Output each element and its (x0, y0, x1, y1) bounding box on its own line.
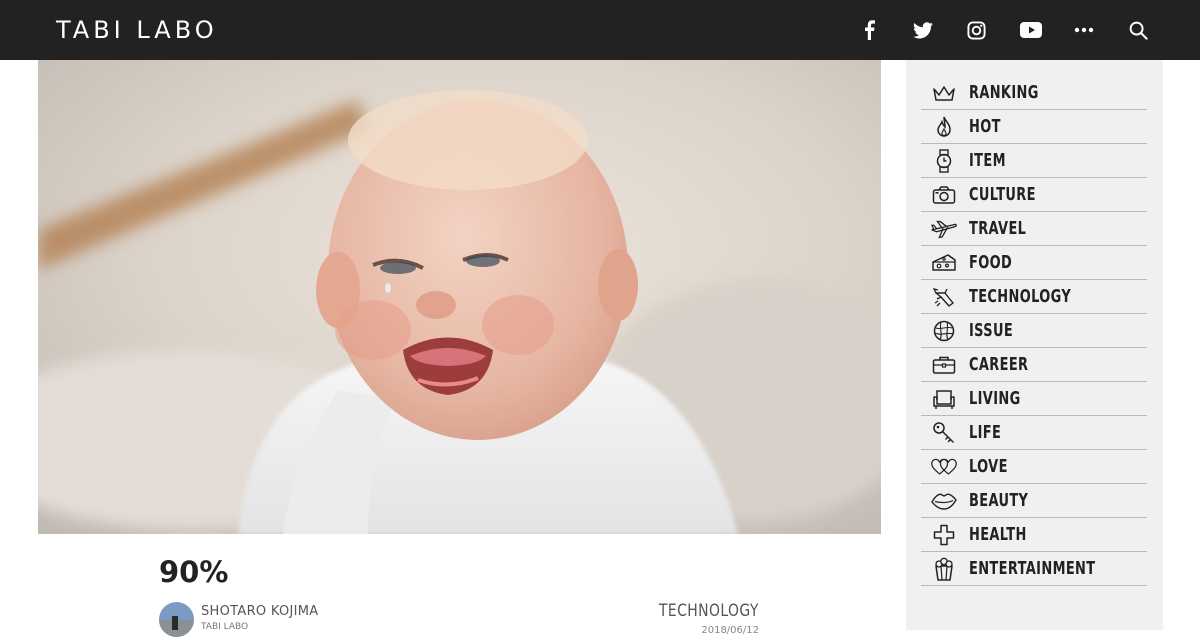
top-header: TABI LABO (0, 0, 1200, 60)
rocket-icon (931, 285, 957, 309)
sidebar-item-label: ISSUE (969, 320, 1014, 341)
sidebar-item-item[interactable]: ITEM (921, 144, 1147, 178)
sidebar-item-label: FOOD (969, 252, 1013, 273)
sidebar-item-love[interactable]: LOVE (921, 450, 1147, 484)
sidebar-item-living[interactable]: LIVING (921, 382, 1147, 416)
lips-icon (931, 489, 957, 513)
sidebar-item-label: BEAUTY (969, 490, 1029, 511)
article-hero-image[interactable] (38, 60, 881, 534)
sidebar-item-label: TECHNOLOGY (969, 286, 1072, 307)
airplane-icon (931, 217, 957, 241)
sidebar-item-beauty[interactable]: BEAUTY (921, 484, 1147, 518)
key-icon (931, 421, 957, 445)
sidebar-item-ranking[interactable]: RANKING (921, 76, 1147, 110)
sidebar-item-label: HOT (969, 116, 1001, 137)
article-title[interactable]: 90% (159, 553, 228, 591)
sidebar-item-life[interactable]: LIFE (921, 416, 1147, 450)
sidebar-item-technology[interactable]: TECHNOLOGY (921, 280, 1147, 314)
armchair-icon (931, 387, 957, 411)
search-icon[interactable] (1124, 16, 1152, 44)
sidebar-item-label: RANKING (969, 82, 1039, 103)
site-logo[interactable]: TABI LABO (56, 14, 218, 46)
flame-icon (931, 115, 957, 139)
author-avatar[interactable] (159, 602, 194, 637)
youtube-icon[interactable] (1017, 16, 1045, 44)
facebook-icon[interactable] (855, 16, 883, 44)
instagram-icon[interactable] (962, 16, 990, 44)
sidebar-item-label: TRAVEL (969, 218, 1027, 239)
sidebar-item-label: LOVE (969, 456, 1008, 477)
cheese-icon (931, 251, 957, 275)
author-name[interactable]: SHOTARO KOJIMA (201, 604, 319, 619)
sidebar-item-label: LIFE (969, 422, 1002, 443)
category-sidebar: RANKING HOT ITEM CULTURE TRAVEL FOOD TEC… (906, 60, 1163, 630)
sidebar-item-entertainment[interactable]: ENTERTAINMENT (921, 552, 1147, 586)
sidebar-item-label: CAREER (969, 354, 1029, 375)
watch-icon (931, 149, 957, 173)
article-category[interactable]: TECHNOLOGY (659, 601, 759, 621)
sidebar-item-culture[interactable]: CULTURE (921, 178, 1147, 212)
category-nav: RANKING HOT ITEM CULTURE TRAVEL FOOD TEC… (921, 76, 1147, 586)
popcorn-icon (931, 557, 957, 581)
sidebar-item-label: LIVING (969, 388, 1021, 409)
camera-icon (931, 183, 957, 207)
sidebar-item-health[interactable]: HEALTH (921, 518, 1147, 552)
crown-icon (931, 81, 957, 105)
sidebar-item-label: ENTERTAINMENT (969, 558, 1096, 579)
globe-icon (931, 319, 957, 343)
sidebar-item-travel[interactable]: TRAVEL (921, 212, 1147, 246)
twitter-icon[interactable] (909, 16, 937, 44)
sidebar-item-career[interactable]: CAREER (921, 348, 1147, 382)
author-organization: TABI LABO (201, 622, 249, 632)
heart-icon (931, 455, 957, 479)
sidebar-item-hot[interactable]: HOT (921, 110, 1147, 144)
sidebar-item-label: ITEM (969, 150, 1006, 171)
sidebar-item-food[interactable]: FOOD (921, 246, 1147, 280)
briefcase-icon (931, 353, 957, 377)
sidebar-item-label: HEALTH (969, 524, 1027, 545)
more-icon[interactable] (1070, 16, 1098, 44)
article-date: 2018/06/12 (701, 625, 759, 636)
cross-icon (931, 523, 957, 547)
sidebar-item-label: CULTURE (969, 184, 1036, 205)
sidebar-item-issue[interactable]: ISSUE (921, 314, 1147, 348)
